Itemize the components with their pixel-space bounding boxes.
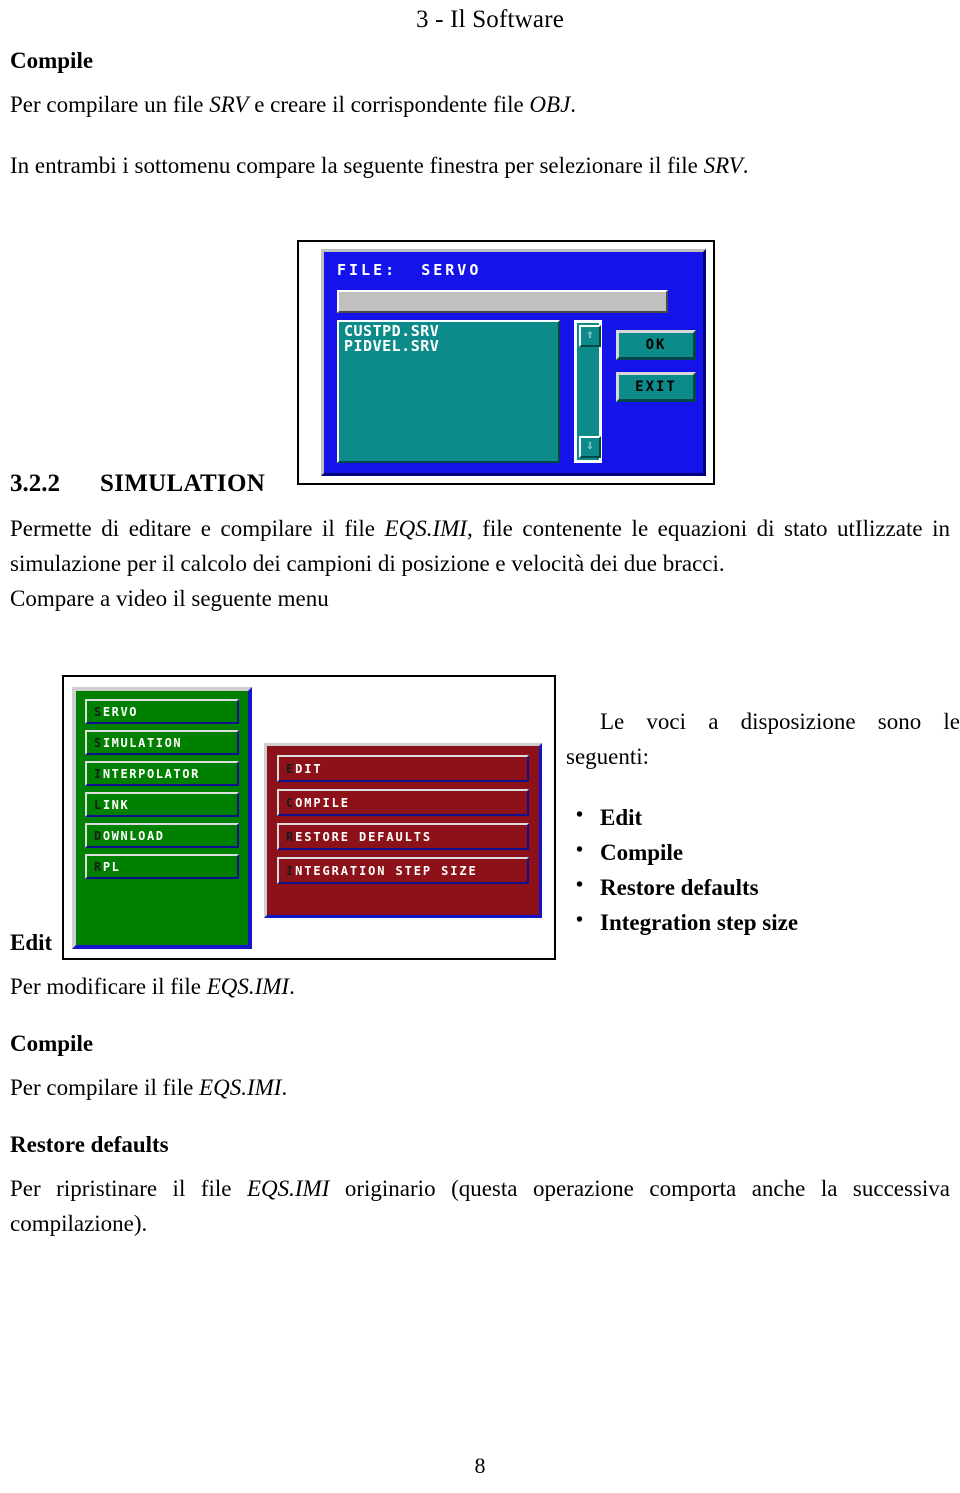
menu-item-label: IMULATION (102, 735, 183, 750)
simulation-menu-screenshot: S ERVO S IMULATION I NTERPOLATOR L INK D OWNL… (62, 675, 556, 960)
compile-paragraph-1: Per compilare un file SRV e creare il co… (10, 88, 950, 123)
mnemonic-letter: S (94, 704, 103, 719)
menu-item-label: NTEGRATION STEP SIZE (295, 863, 478, 878)
file-selection-dialog: FILE: SERVO CUSTPD.SRV PIDVEL.SRV ⇧ ⇩ OK… (321, 249, 706, 476)
menu-item-label: ESTORE DEFAULTS (295, 829, 432, 844)
voci-column: Le voci a disposizione sono le seguenti:… (566, 705, 960, 941)
exit-button[interactable]: EXIT (616, 372, 696, 402)
restore-entry-text: Per ripristinare il file EQS.IMI origina… (10, 1172, 950, 1242)
menu-item-servo[interactable]: S ERVO (85, 699, 239, 724)
menu-item-integration-step-size[interactable]: I NTEGRATION STEP SIZE (277, 857, 529, 884)
compile-p1-prefix: Per compilare un file (10, 92, 210, 117)
compile-p1-suffix: . (570, 92, 577, 117)
edit-text-italic: EQS.IMI (206, 973, 290, 999)
file-list[interactable]: CUSTPD.SRV PIDVEL.SRV (337, 320, 560, 463)
menu-item-link[interactable]: L INK (85, 792, 239, 817)
restore-text-italic: EQS.IMI (246, 1175, 330, 1201)
file-name-input[interactable] (337, 290, 668, 313)
simulation-paragraph: Permette di editare e compilare il file … (10, 512, 950, 582)
menu-item-label: NTERPOLATOR (102, 766, 200, 781)
file-dialog-frame: FILE: SERVO CUSTPD.SRV PIDVEL.SRV ⇧ ⇩ OK… (297, 240, 715, 485)
compile-entry-text: Per compilare il file EQS.IMI. (10, 1071, 950, 1106)
menu-item-edit[interactable]: E DIT (277, 755, 529, 782)
mnemonic-letter: D (94, 828, 103, 843)
file-dialog-title: FILE: SERVO (337, 261, 482, 279)
simulation-menu-intro: Compare a video il seguente menu (10, 585, 329, 611)
compile-text-a: Per compilare il file (10, 1074, 200, 1100)
arrow-down-icon[interactable]: ⇩ (579, 436, 601, 458)
menu-item-label: PL (102, 859, 121, 874)
mnemonic-letter: R (286, 829, 296, 844)
page-number: 8 (474, 1453, 486, 1478)
mnemonic-letter: S (94, 735, 103, 750)
menu-item-label: OMPILE (295, 795, 350, 810)
list-item: Restore defaults (566, 870, 960, 906)
voci-intro: Le voci a disposizione sono le seguenti: (566, 709, 960, 769)
compile-text-italic: EQS.IMI (199, 1074, 282, 1100)
file-list-scrollbar[interactable]: ⇧ ⇩ (574, 320, 602, 463)
mnemonic-letter: L (94, 797, 103, 812)
menu-item-simulation[interactable]: S IMULATION (85, 730, 239, 755)
restore-text-a: Per ripristinare il file (10, 1175, 247, 1201)
arrow-up-icon[interactable]: ⇧ (579, 325, 601, 347)
main-menu-panel: S ERVO S IMULATION I NTERPOLATOR L INK D OWNL… (72, 687, 252, 949)
voci-list: Edit Compile Restore defaults Integratio… (566, 800, 960, 941)
compile-heading: Compile (10, 48, 94, 73)
list-item: Compile (566, 835, 960, 871)
mnemonic-letter: R (94, 859, 103, 874)
sim-p-a: Permette di editare e compilare il file (10, 515, 385, 541)
edit-text-a: Per modificare il file (10, 973, 207, 999)
edit-text-b: . (289, 973, 295, 999)
compile-p1-mid: e creare il corrispondente file (248, 92, 530, 117)
list-item: Edit (566, 800, 960, 836)
menu-item-label: ERVO (102, 704, 139, 719)
menu-item-rpl[interactable]: R PL (85, 854, 239, 879)
document-page: 3 - Il Software Compile Per compilare un… (0, 0, 960, 1493)
restore-entry-heading: Restore defaults (10, 1131, 169, 1157)
mnemonic-letter: C (286, 795, 296, 810)
ok-button[interactable]: OK (616, 330, 696, 360)
compile-text-b: . (281, 1074, 288, 1100)
sim-p-italic-eqs: EQS.IMI (384, 515, 467, 541)
mnemonic-letter: I (286, 863, 296, 878)
compile-paragraph-2: In entrambi i sottomenu compare la segue… (10, 149, 950, 184)
compile-p2-italic-srv: SRV (703, 152, 743, 178)
mnemonic-letter: E (286, 761, 296, 776)
simulation-submenu-panel: E DIT C OMPILE R ESTORE DEFAULTS I NTEGRATIO… (264, 743, 542, 918)
menu-item-compile[interactable]: C OMPILE (277, 789, 529, 816)
compile-p1-italic-obj: OBJ (529, 92, 571, 117)
menu-item-label: DIT (295, 761, 323, 776)
compile-entry-heading: Compile (10, 1030, 94, 1056)
compile-p1-italic-srv: SRV (209, 92, 249, 117)
mnemonic-letter: I (94, 766, 103, 781)
simulation-menu-frame: S ERVO S IMULATION I NTERPOLATOR L INK D OWNL… (62, 675, 556, 960)
running-head: 3 - Il Software (415, 6, 565, 33)
menu-item-interpolator[interactable]: I NTERPOLATOR (85, 761, 239, 786)
compile-p2-prefix: In entrambi i sottomenu compare la segue… (10, 152, 704, 178)
menu-item-download[interactable]: D OWNLOAD (85, 823, 239, 848)
section-title: SIMULATION (100, 469, 266, 497)
section-number: 3.2.2 (10, 469, 60, 497)
list-item: Integration step size (566, 905, 960, 941)
file-dialog-screenshot: FILE: SERVO CUSTPD.SRV PIDVEL.SRV ⇧ ⇩ OK… (297, 240, 715, 485)
list-item[interactable]: PIDVEL.SRV (344, 339, 558, 354)
edit-entry-text: Per modificare il file EQS.IMI. (10, 970, 950, 1005)
menu-item-label: OWNLOAD (102, 828, 165, 843)
menu-item-restore-defaults[interactable]: R ESTORE DEFAULTS (277, 823, 529, 850)
menu-item-label: INK (102, 797, 130, 812)
compile-p2-suffix: . (742, 152, 749, 178)
